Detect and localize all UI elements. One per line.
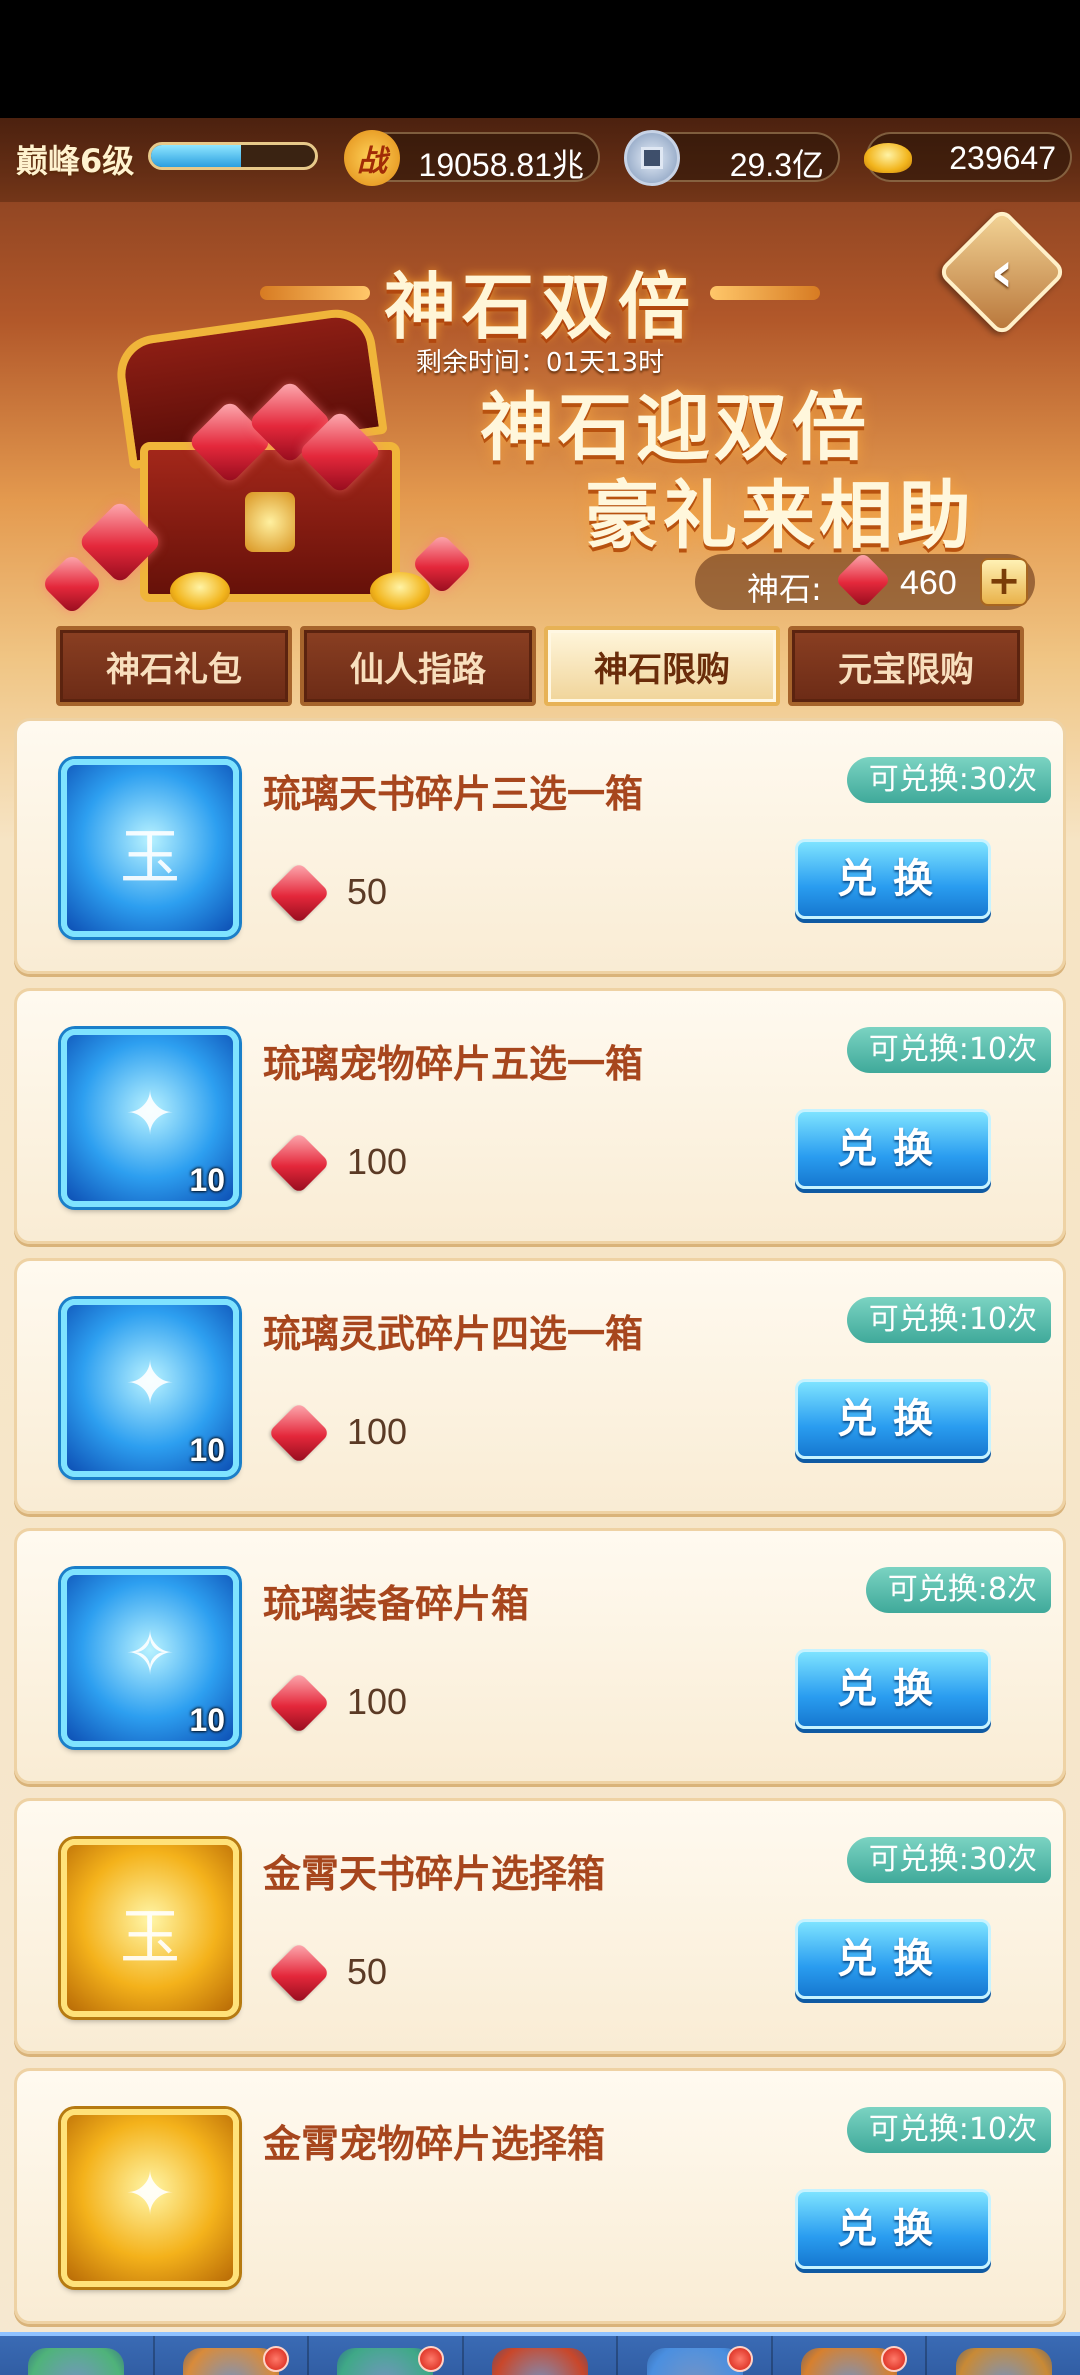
item-name: 琉璃宠物碎片五选一箱: [263, 1042, 644, 1086]
coin-display[interactable]: 29.3亿: [624, 130, 840, 186]
status-bar-area: [0, 0, 1080, 118]
item-list[interactable]: 玉 琉璃天书碎片三选一箱 可兑换:30次 50 兑换 ✦ 10 琉璃宠物碎片五选…: [14, 718, 1066, 2328]
pet-chest-icon: ✦: [124, 1079, 176, 1149]
notification-dot: [417, 2346, 444, 2372]
power-value: 19058.81兆: [418, 147, 584, 183]
dungeon-gate-icon: [492, 2348, 589, 2375]
exchange-limit-badge: 可兑换:10次: [846, 1297, 1051, 1343]
nav-battle[interactable]: 斗法: [618, 2336, 773, 2375]
gold-ingot-icon: [860, 130, 916, 186]
item-name: 琉璃天书碎片三选一箱: [263, 772, 644, 816]
item-price: 100: [347, 1141, 408, 1182]
exchange-limit-badge: 可兑换:30次: [846, 1837, 1051, 1883]
item-name: 金霄天书碎片选择箱: [263, 1852, 606, 1896]
divine-stone-icon: [267, 861, 331, 925]
item-price: 100: [347, 1681, 408, 1722]
exchange-button[interactable]: 兑换: [795, 2189, 991, 2269]
item-icon-frame[interactable]: ✦ 10: [61, 1299, 239, 1477]
xp-bar: [148, 142, 318, 170]
bottom-nav: 首页 阵容 历练 副本 斗法 背包 寻仙: [0, 2332, 1080, 2375]
item-count: 10: [189, 1702, 225, 1738]
gold-ingot-icon: [370, 572, 430, 610]
tab-stone-gift[interactable]: 神石礼包: [56, 626, 292, 706]
exchange-button[interactable]: 兑换: [795, 1379, 991, 1459]
nav-training[interactable]: 历练: [309, 2336, 464, 2375]
item-price: 100: [347, 1411, 408, 1452]
item-icon-frame[interactable]: 玉: [61, 759, 239, 937]
divine-stone-icon: [267, 1941, 331, 2005]
notification-dot: [881, 2346, 908, 2372]
copper-coin-icon: [624, 130, 680, 186]
item-icon-frame[interactable]: ✧ 10: [61, 1569, 239, 1747]
back-arrow-icon[interactable]: ‹: [962, 232, 1042, 312]
item-count: 10: [189, 1432, 225, 1468]
list-item: ✦ 10 琉璃灵武碎片四选一箱 可兑换:10次 100 兑换: [14, 1258, 1066, 1514]
nav-dungeon[interactable]: 副本: [464, 2336, 619, 2375]
exchange-button[interactable]: 兑换: [795, 1919, 991, 1999]
ingot-value: 239647: [949, 140, 1056, 176]
slogan-line-2: 豪礼来相助: [585, 473, 975, 559]
item-name: 金霄宠物碎片选择箱: [263, 2122, 606, 2166]
list-item: ✧ 10 琉璃装备碎片箱 可兑换:8次 100 兑换: [14, 1528, 1066, 1784]
resource-bar: 巅峰6级 战 19058.81兆 29.3亿 239647: [0, 118, 1080, 202]
item-icon-frame[interactable]: 玉: [61, 1839, 239, 2017]
notification-dot: [726, 2346, 753, 2372]
nav-home[interactable]: 首页: [0, 2336, 155, 2375]
tab-stone-limited[interactable]: 神石限购: [544, 626, 780, 706]
shop-tabs: 神石礼包 仙人指路 神石限购 元宝限购: [56, 626, 1024, 706]
battle-power-icon: 战: [344, 130, 400, 186]
red-gem-icon: [40, 552, 104, 616]
exchange-limit-badge: 可兑换:10次: [846, 2107, 1051, 2153]
list-item: ✦ 10 琉璃宠物碎片五选一箱 可兑换:10次 100 兑换: [14, 988, 1066, 1244]
item-name: 琉璃装备碎片箱: [263, 1582, 530, 1626]
item-price: 50: [347, 871, 388, 912]
exchange-button[interactable]: 兑换: [795, 1649, 991, 1729]
tab-immortal-guide[interactable]: 仙人指路: [300, 626, 536, 706]
gold-ingot-icon: [170, 572, 230, 610]
xp-bar-fill: [151, 145, 242, 167]
power-display: 战 19058.81兆: [344, 130, 600, 186]
add-stone-button[interactable]: +: [980, 558, 1028, 606]
scroll-icon: [955, 2348, 1052, 2375]
notification-dot: [263, 2346, 290, 2372]
chest-lock: [245, 492, 295, 552]
item-icon-frame[interactable]: ✦: [61, 2109, 239, 2287]
list-item: 玉 金霄天书碎片选择箱 可兑换:30次 50 兑换: [14, 1798, 1066, 2054]
nav-lineup[interactable]: 阵容: [155, 2336, 310, 2375]
list-item: ✦ 金霄宠物碎片选择箱 可兑换:10次 兑换: [14, 2068, 1066, 2324]
nav-backpack[interactable]: 背包: [773, 2336, 928, 2375]
stone-value: 460: [900, 564, 957, 602]
exchange-limit-badge: 可兑换:10次: [846, 1027, 1051, 1073]
exchange-button[interactable]: 兑换: [795, 1109, 991, 1189]
pouch-icon: 玉: [120, 823, 180, 893]
divine-stone-icon: [267, 1401, 331, 1465]
player-level: 巅峰6级: [16, 142, 135, 180]
nav-seek-immortal[interactable]: 寻仙: [927, 2336, 1080, 2375]
gold-pet-chest-icon: ✦: [124, 2159, 176, 2229]
tab-ingot-limited[interactable]: 元宝限购: [788, 626, 1024, 706]
equipment-chest-icon: ✧: [124, 1619, 176, 1689]
item-icon-frame[interactable]: ✦ 10: [61, 1029, 239, 1207]
item-count: 10: [189, 1162, 225, 1198]
coin-value: 29.3亿: [729, 147, 824, 183]
exchange-limit-badge: 可兑换:30次: [846, 757, 1051, 803]
treasure-chest-illustration: [40, 304, 474, 622]
exchange-limit-badge: 可兑换:8次: [865, 1567, 1051, 1613]
divine-stone-icon: [267, 1131, 331, 1195]
gold-pouch-icon: 玉: [120, 1903, 180, 1973]
divine-stone-icon: [267, 1671, 331, 1735]
weapon-chest-icon: ✦: [124, 1349, 176, 1419]
item-name: 琉璃灵武碎片四选一箱: [263, 1312, 644, 1356]
ingot-display[interactable]: 239647: [866, 132, 1072, 182]
stone-balance: 神石: 460 +: [695, 551, 1035, 610]
item-price: 50: [347, 1951, 388, 1992]
exchange-button[interactable]: 兑换: [795, 839, 991, 919]
stone-label: 神石:: [747, 570, 822, 608]
home-mountain-icon: [28, 2348, 125, 2375]
list-item: 玉 琉璃天书碎片三选一箱 可兑换:30次 50 兑换: [14, 718, 1066, 974]
shop-screen: 巅峰6级 战 19058.81兆 29.3亿 239647 神石双倍 剩余时间：…: [0, 118, 1080, 2375]
divine-stone-icon: [834, 551, 892, 609]
